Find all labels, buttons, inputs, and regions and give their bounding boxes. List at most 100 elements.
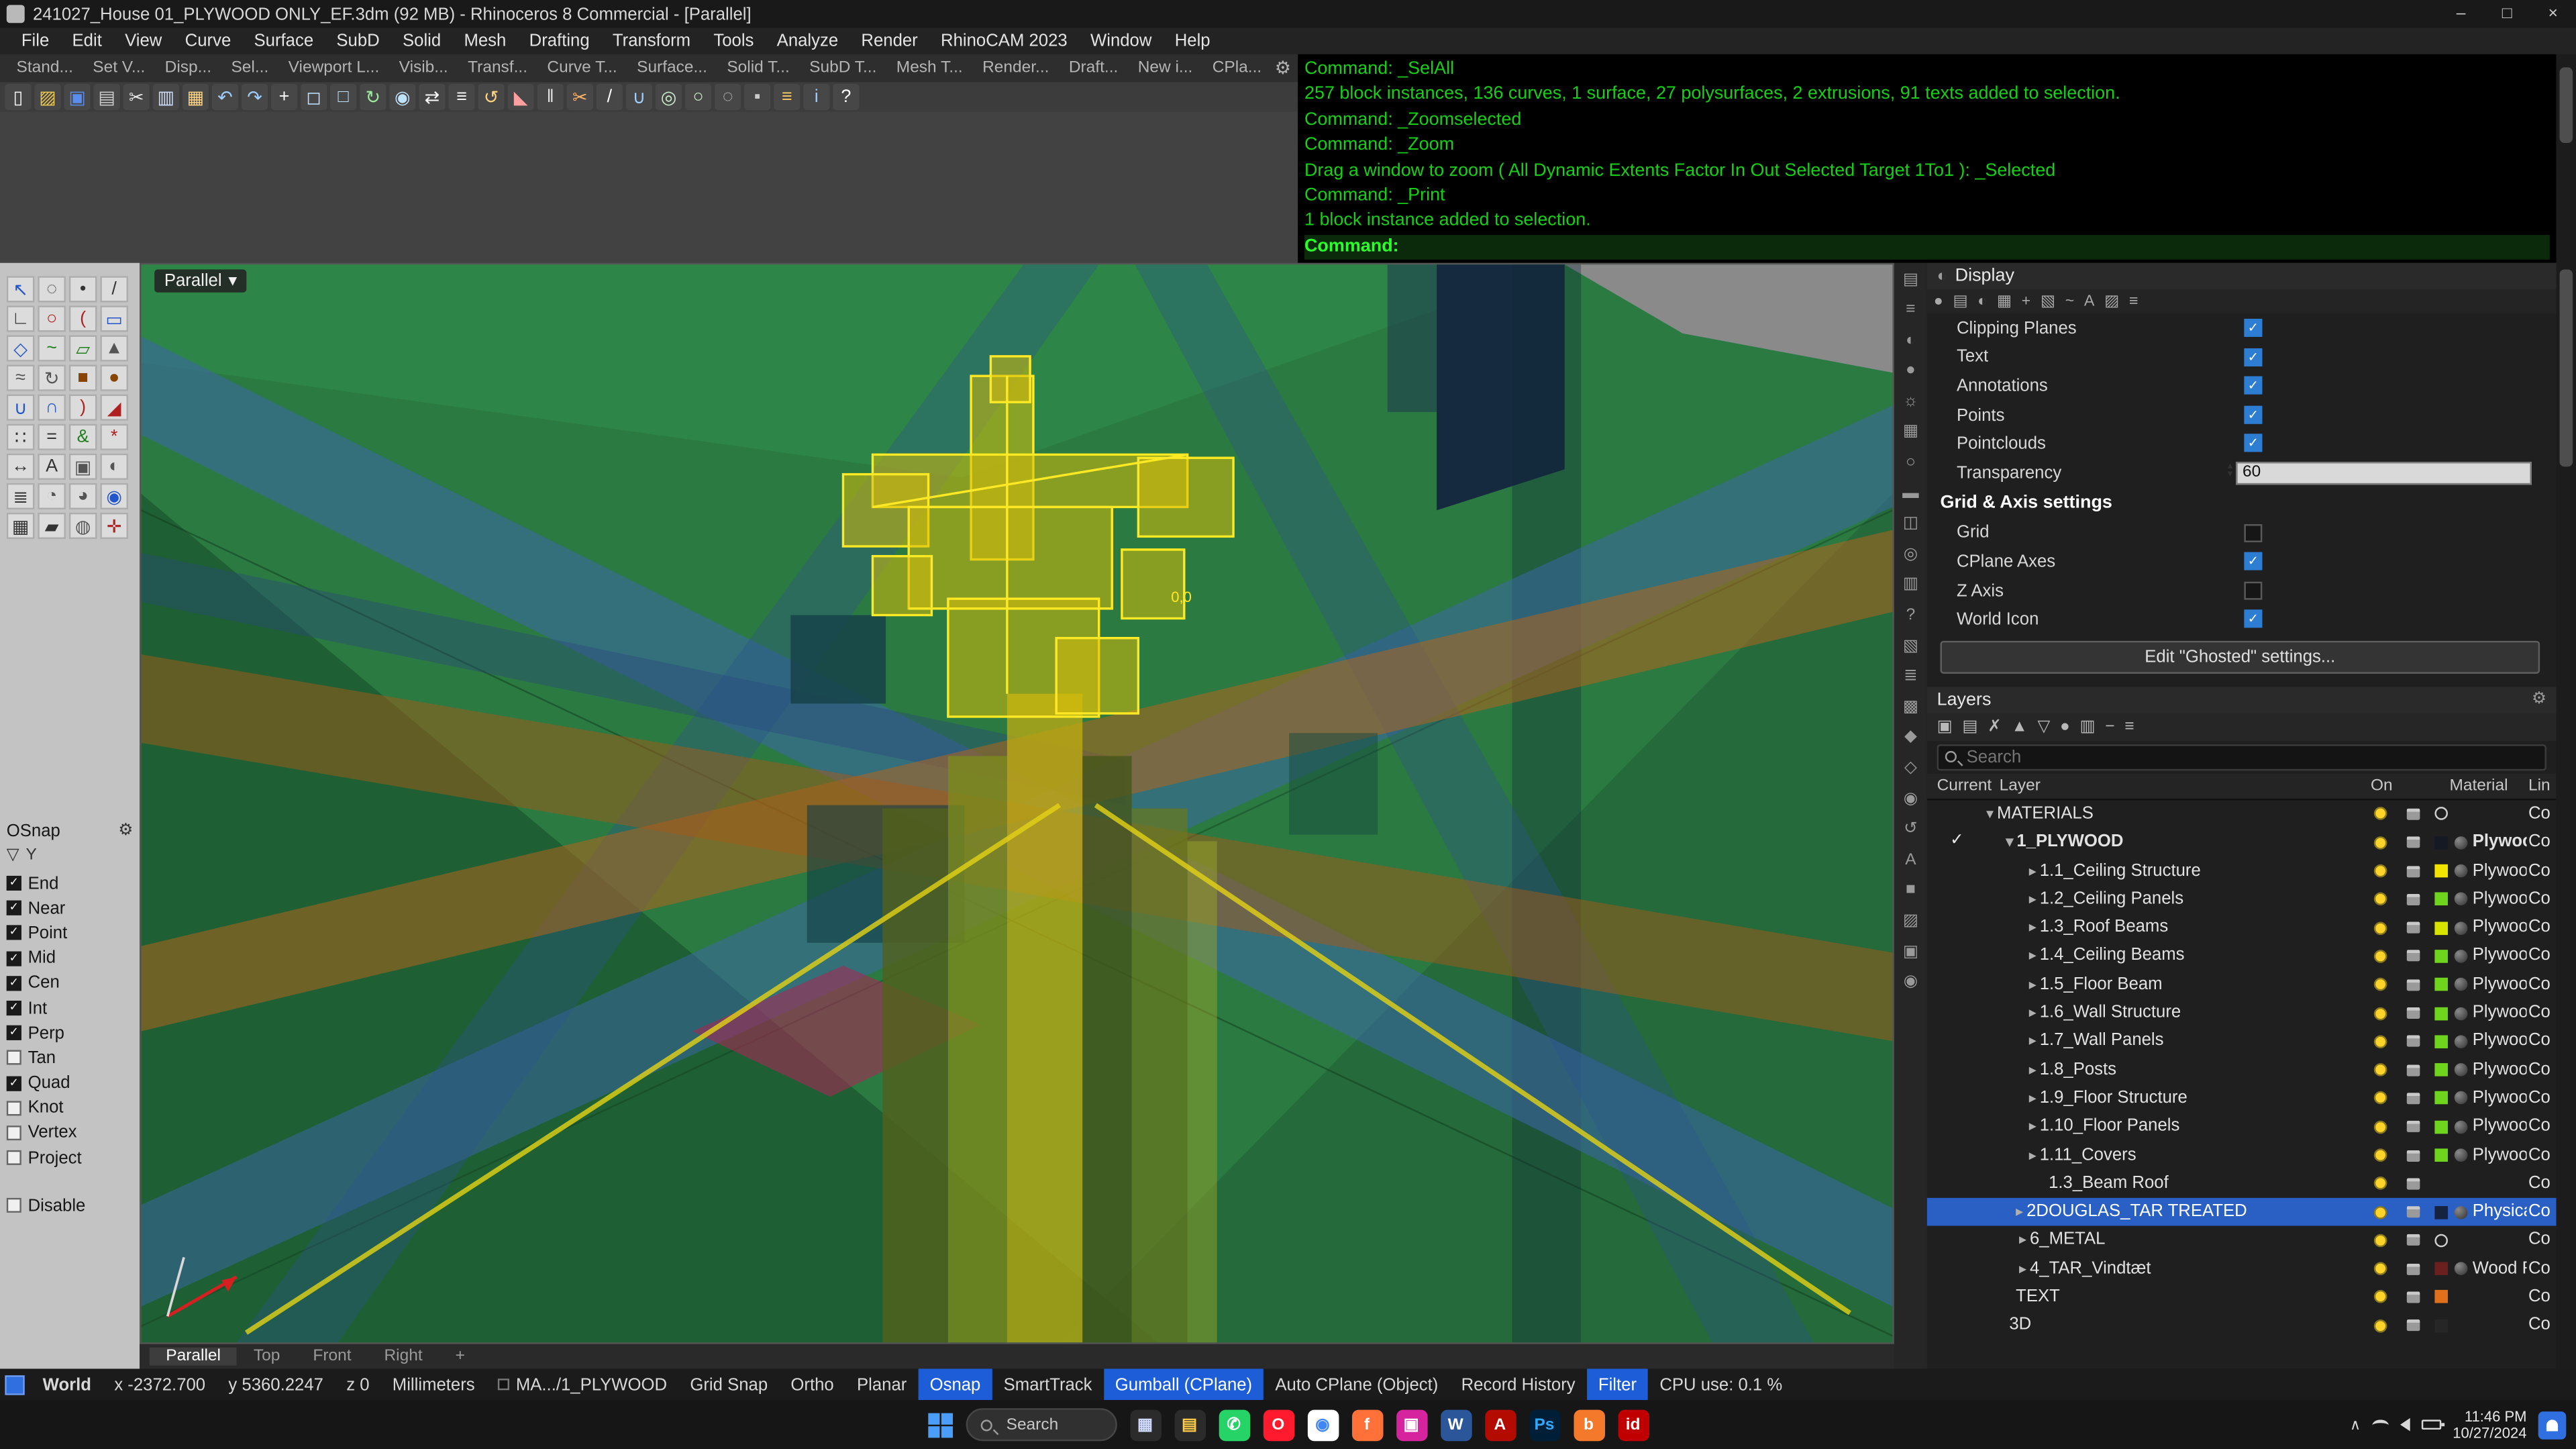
layer-visibility-bulb-icon[interactable] [2374, 1262, 2387, 1276]
toolbar-tab[interactable]: Set V... [83, 59, 155, 77]
save-icon[interactable]: ▣ [64, 84, 90, 110]
layer-expand-arrow[interactable]: ▾ [1986, 805, 1994, 821]
sun-panel-tab[interactable]: ○ [1899, 451, 1922, 474]
file-explorer-icon[interactable]: ▤ [1174, 1409, 1205, 1440]
osnap-checkbox[interactable] [7, 1026, 21, 1040]
notifications-bell[interactable] [2538, 1411, 2567, 1439]
panels-scrollbar[interactable] [2557, 263, 2576, 1369]
layer-row[interactable]: ▸1.11_Covers Plywoo Co [1927, 1141, 2557, 1169]
layer-visibility-bulb-icon[interactable] [2374, 1092, 2387, 1105]
wifi-icon[interactable] [2372, 1419, 2388, 1430]
snapshots-panel-tab[interactable]: ◎ [1899, 543, 1922, 566]
display-option-checkbox[interactable] [2244, 377, 2262, 395]
osnap-option[interactable]: Tan [7, 1046, 140, 1070]
layer-linetype[interactable]: Co [2528, 889, 2551, 908]
layer-visibility-bulb-icon[interactable] [2374, 1148, 2387, 1162]
layer-color-swatch[interactable] [2434, 950, 2448, 963]
show-all-layers-icon[interactable]: ● [2060, 718, 2070, 736]
toolbar-tab[interactable]: Solid T... [717, 59, 800, 77]
block-insert-icon[interactable]: ▣ [69, 454, 97, 480]
osnap-option[interactable]: Quad [7, 1070, 140, 1095]
layer-material[interactable]: Plywoo [2473, 974, 2527, 993]
status-bar-item[interactable]: SmartTrack [992, 1368, 1103, 1400]
layer-row[interactable]: ▸1.6_Wall Structure Plywoo Co [1927, 999, 2557, 1028]
layer-expand-arrow[interactable]: ▸ [2029, 1117, 2037, 1134]
layer-visibility-bulb-icon[interactable] [2374, 864, 2387, 878]
sphere-icon[interactable]: ● [100, 365, 128, 391]
status-bar-item[interactable]: Planar [845, 1368, 919, 1400]
layer-lock-icon[interactable] [2407, 1093, 2420, 1104]
layer-expand-arrow[interactable]: ▸ [2029, 862, 2037, 878]
properties-panel-tab[interactable]: ▤ [1899, 268, 1922, 291]
properties-icon[interactable]: i [803, 84, 829, 110]
environment-panel-tab[interactable]: ▨ [1899, 909, 1922, 932]
blender-icon[interactable]: b [1573, 1409, 1604, 1440]
layer-expand-arrow[interactable]: ▸ [2029, 891, 2037, 907]
pan-view-icon[interactable]: + [271, 84, 297, 110]
extrude-icon[interactable]: ▲ [100, 335, 128, 361]
menu-item[interactable]: Tools [702, 32, 765, 51]
osnap-checkbox[interactable] [7, 1050, 21, 1065]
undo-icon[interactable]: ↶ [212, 84, 238, 110]
layer-row[interactable]: ▸1.1_Ceiling Structure Plywoo Co [1927, 857, 2557, 885]
copy-object-icon[interactable]: ≡ [448, 84, 474, 110]
menu-item[interactable]: Drafting [517, 32, 601, 51]
layer-lock-icon[interactable] [2407, 837, 2420, 848]
layer-visibility-bulb-icon[interactable] [2374, 950, 2387, 963]
osnap-option[interactable]: Near [7, 896, 140, 921]
maximize-button[interactable]: □ [2484, 0, 2530, 28]
help-icon[interactable]: ? [833, 84, 859, 110]
layer-material[interactable]: Plywoo [2473, 1059, 2527, 1079]
trim-icon[interactable]: ✂ [567, 84, 593, 110]
layer-lock-icon[interactable] [2407, 1235, 2420, 1246]
smarttrack-icon[interactable]: ✛ [100, 513, 128, 539]
new-sublayer-icon[interactable]: ▤ [1962, 718, 1977, 736]
osnap-settings-gear-icon[interactable]: ⚙ [118, 821, 133, 840]
array-icon[interactable]: ∷ [7, 424, 35, 450]
menu-item[interactable]: RhinoCAM 2023 [929, 32, 1079, 51]
gumball-toggle-icon[interactable]: ◉ [100, 483, 128, 509]
new-file-icon[interactable]: ▯ [5, 84, 31, 110]
layer-material[interactable]: Plywoo [2473, 889, 2527, 908]
move-icon[interactable]: ⇄ [419, 84, 445, 110]
layer-material[interactable]: Plywoo [2473, 917, 2527, 936]
line-icon[interactable]: / [100, 276, 128, 302]
osnap-option[interactable]: Vertex [7, 1120, 140, 1145]
cut-icon[interactable]: ✂ [123, 84, 150, 110]
layer-visibility-bulb-icon[interactable] [2374, 1234, 2387, 1247]
edit-ghosted-settings-button[interactable]: Edit "Ghosted" settings... [1940, 641, 2540, 674]
layer-color-swatch[interactable] [2434, 1205, 2448, 1219]
acrobat-icon[interactable]: A [1484, 1409, 1516, 1440]
explode-icon[interactable]: * [100, 424, 128, 450]
command-history[interactable]: Command: _SelAll 257 block instances, 13… [1298, 54, 2556, 263]
layer-linetype[interactable]: Co [2528, 1003, 2551, 1022]
layer-color-swatch[interactable] [2434, 1035, 2448, 1048]
layer-linetype[interactable]: Co [2528, 1144, 2551, 1164]
layer-color-swatch[interactable] [2434, 1177, 2448, 1191]
layer-linetype[interactable]: Co [2528, 860, 2551, 880]
layer-row[interactable]: ▸1.3_Roof Beams Plywoo Co [1927, 914, 2557, 942]
layer-lock-icon[interactable] [2407, 1007, 2420, 1019]
osnap-checkbox[interactable] [7, 901, 21, 915]
layer-color-swatch[interactable] [2434, 864, 2448, 878]
status-bar-item[interactable]: Auto CPlane (Object) [1264, 1368, 1449, 1400]
menu-item[interactable]: Transform [601, 32, 702, 51]
menu-item[interactable]: View [113, 32, 174, 51]
firefox-icon[interactable]: f [1351, 1409, 1383, 1440]
layer-material[interactable]: Plywoo [2473, 1003, 2527, 1022]
libraries-panel-tab[interactable]: ▧ [1899, 634, 1922, 657]
osnap-checkbox[interactable] [7, 1001, 21, 1015]
osnap-disable-checkbox[interactable] [7, 1199, 21, 1213]
display-option-checkbox[interactable] [2244, 434, 2262, 452]
selection-filter-icon[interactable]: ◌ [38, 276, 66, 302]
copy-icon[interactable]: ▥ [153, 84, 179, 110]
layer-row[interactable]: ✓ ▾1_PLYWOOD Plywoo Co [1927, 829, 2557, 857]
status-bar-item[interactable]: Ortho [779, 1368, 845, 1400]
curves-tab[interactable]: ~ [2065, 293, 2075, 311]
rotate-icon[interactable]: ↺ [478, 84, 504, 110]
status-bar-item[interactable]: Filter [1587, 1368, 1648, 1400]
osnap-panel-tab[interactable]: ◆ [1899, 726, 1922, 749]
tray-chevron-icon[interactable]: ∧ [2350, 1415, 2361, 1434]
layer-color-swatch[interactable] [2434, 1007, 2448, 1020]
toolbar-tab[interactable]: Surface... [627, 59, 717, 77]
